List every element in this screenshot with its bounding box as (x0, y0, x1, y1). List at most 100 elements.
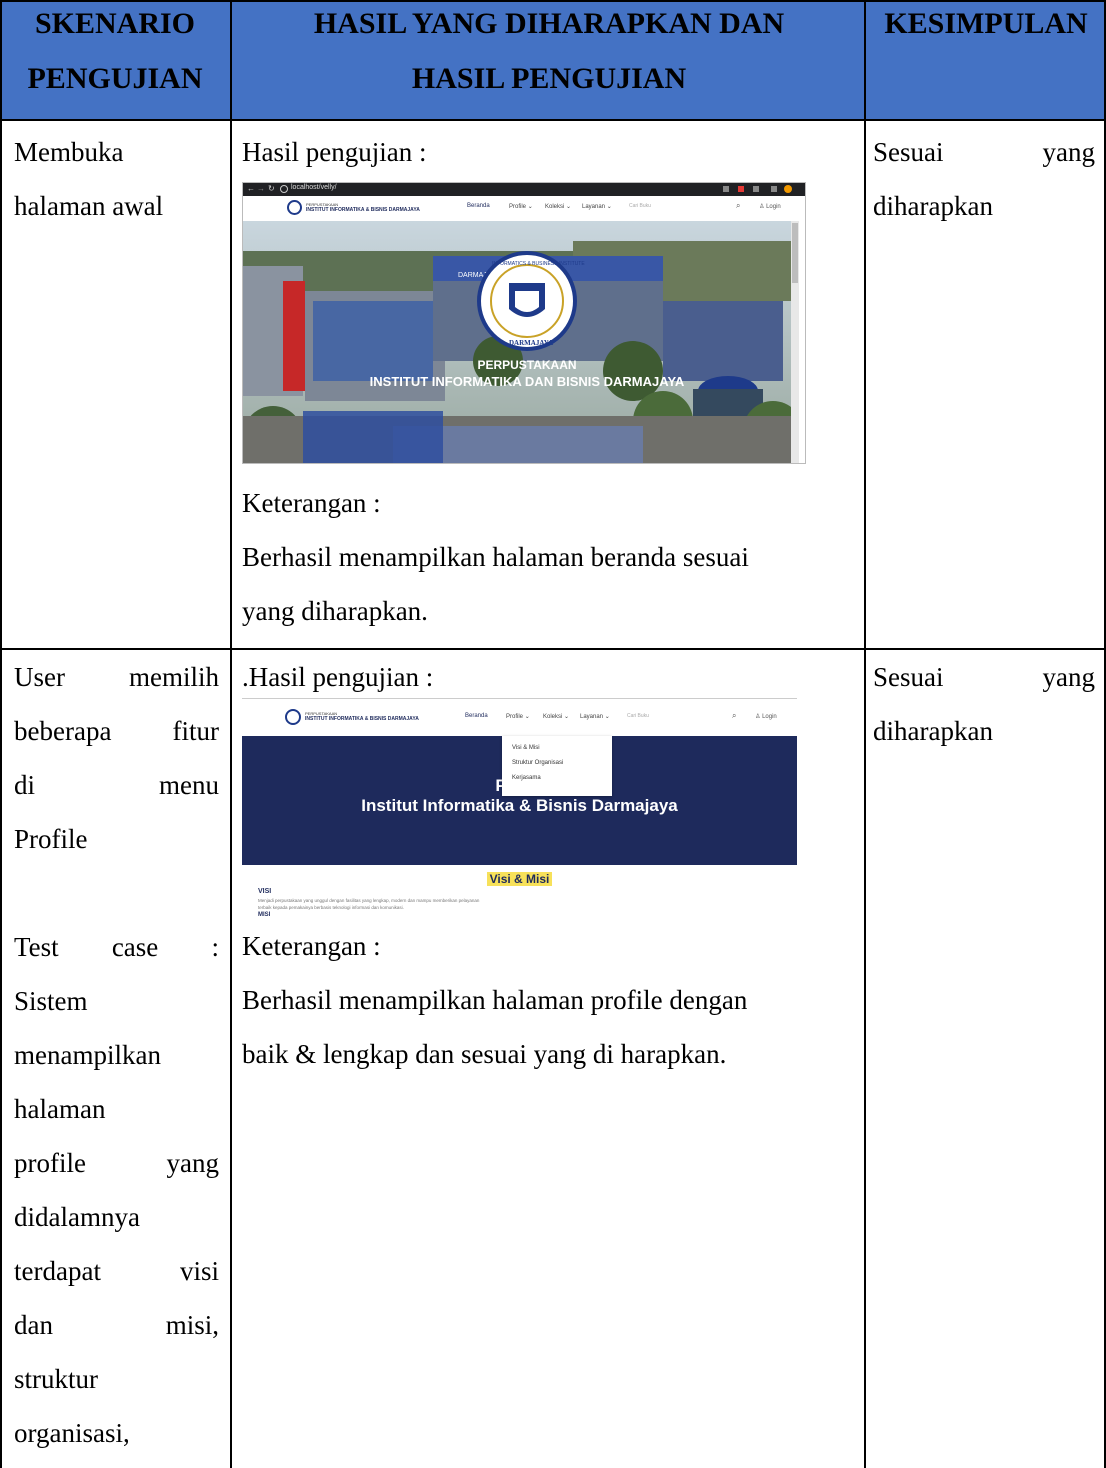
scenario-line: dan misi, (14, 1310, 219, 1340)
row1-scenario-line: halaman awal (14, 191, 164, 221)
scenario-line: organisasi, (14, 1418, 130, 1448)
search-icon[interactable]: ⌕ (732, 711, 736, 721)
back-icon: ← (247, 184, 255, 193)
login-label: Login (762, 714, 777, 720)
chevron-down-icon: ⌄ (527, 204, 533, 210)
nav-profile[interactable]: Profile ⌄ (509, 203, 533, 210)
campus-hero-image: DARMAJAYA INFORMATICS & BUSINESS INSTITU… (243, 221, 799, 463)
profile-page-screenshot: PERPUSTAKAAN INSTITUT INFORMATIKA & BISN… (242, 698, 797, 920)
visi-text-2: terbaik kepada pemakainya berbasis tekno… (258, 905, 404, 910)
row1-note-line2: yang diharapkan. (242, 596, 428, 626)
conclusion-word: Sesuai (873, 662, 944, 692)
row2-note-line1: Berhasil menampilkan halaman profile den… (242, 985, 748, 1015)
user-icon: ♙ (759, 204, 765, 210)
conclusion-line: Sesuai yang (873, 650, 1095, 704)
nav-koleksi[interactable]: Koleksi ⌄ (543, 713, 569, 720)
ext-icon (723, 186, 729, 192)
site-navbar: PERPUSTAKAAN INSTITUT INFORMATIKA & BISN… (243, 196, 805, 221)
login-label: Login (766, 204, 781, 210)
logo-big-text: INSTITUT INFORMATIKA & BISNIS DARMAJAYA (305, 716, 419, 722)
conclusion-line: Sesuai yang (873, 125, 1095, 179)
dropdown-item-struktur[interactable]: Struktur Organisasi (512, 760, 563, 766)
profile-avatar-icon (784, 185, 792, 193)
search-icon[interactable]: ⌕ (736, 201, 740, 211)
forward-icon: → (257, 184, 265, 193)
search-input[interactable]: Cari Buku (629, 203, 651, 209)
login-link[interactable]: ♙ Login (759, 203, 781, 210)
row1-scenario-line: Membuka (14, 137, 124, 167)
scenario-line: Sistem (14, 986, 88, 1016)
scenario-line: Test case: (14, 932, 219, 962)
nav-koleksi[interactable]: Koleksi ⌄ (545, 203, 571, 210)
nav-layanan[interactable]: Layanan ⌄ (580, 713, 610, 720)
ext-icon (753, 186, 759, 192)
header-col1-line1: SKENARIO (34, 7, 196, 40)
section-title: Visi & Misi (242, 870, 797, 888)
scenario-line (14, 866, 219, 920)
hero-title-line2: INSTITUT INFORMATIKA DAN BISNIS DARMAJAY… (370, 374, 685, 389)
dropdown-item-kerjasama[interactable]: Kerjasama (512, 775, 541, 781)
grid-col2 (864, 0, 866, 1468)
scenario-line: User memilih (14, 662, 219, 692)
profile-dropdown-menu: Visi & Misi Struktur Organisasi Kerjasam… (502, 736, 612, 796)
library-logo-icon (285, 709, 301, 725)
search-input[interactable]: Cari Buku (627, 713, 649, 719)
seal-text: INFORMATICS & BUSINESS INSTITUTE (492, 261, 585, 267)
scenario-line: beberapa fitur (14, 716, 219, 746)
conclusion-word: yang (1042, 137, 1095, 167)
scenario-line: terdapat visi (14, 1256, 219, 1286)
chevron-down-icon: ⌄ (564, 714, 570, 720)
chevron-down-icon: ⌄ (524, 714, 530, 720)
grid-top (0, 0, 1106, 2)
header-col3: KESIMPULAN (884, 7, 1088, 40)
nav-label: Profile (506, 714, 524, 720)
reload-icon: ↻ (268, 184, 275, 193)
browser-bar: ← → ↻ localhost/velly/ (243, 183, 805, 196)
site-info-icon (280, 185, 288, 193)
nav-layanan[interactable]: Layanan ⌄ (582, 203, 612, 210)
login-link[interactable]: ♙ Login (755, 713, 777, 720)
logo-big-text: INSTITUT INFORMATIKA & BISNIS DARMAJAYA (306, 207, 420, 213)
grid-header-bottom (0, 119, 1106, 121)
scenario-line: profile yang (14, 1148, 219, 1178)
library-logo-icon (287, 200, 302, 215)
row1-result-label: Hasil pengujian : (242, 137, 427, 167)
visi-text-1: Menjadi perpustakaan yang unggul dengan … (258, 898, 480, 903)
scenario-line: Profile (14, 824, 88, 854)
grid-col1 (230, 0, 232, 1468)
chevron-down-icon: ⌄ (604, 714, 610, 720)
section-title-text: Visi & Misi (486, 872, 553, 886)
row1-scenario: Membuka halaman awal (14, 125, 219, 233)
chevron-down-icon: ⌄ (566, 204, 572, 210)
row2-note-line2: baik & lengkap dan sesuai yang di harapk… (242, 1039, 727, 1069)
conclusion-line: diharapkan (873, 191, 993, 221)
header-col1-line2: PENGUJIAN (27, 62, 203, 95)
nav-label: Layanan (582, 204, 606, 210)
row2-conclusion: Sesuai yang diharapkan (873, 650, 1095, 758)
browser-url[interactable]: localhost/velly/ (291, 184, 337, 191)
conclusion-line: diharapkan (873, 716, 993, 746)
scenario-line: halaman (14, 1094, 106, 1124)
nav-profile[interactable]: Profile ⌄ (506, 713, 530, 720)
hero-title-line1: PERPUSTAKAAN (477, 358, 576, 372)
row1-conclusion: Sesuai yang diharapkan (873, 125, 1095, 233)
scrollbar-thumb[interactable] (792, 223, 798, 283)
nav-label: Profile (509, 204, 527, 210)
scenario-line: struktur (14, 1364, 98, 1394)
row1-note-label: Keterangan : (242, 488, 381, 518)
seal-bottom: DARMAJAYA (509, 339, 553, 347)
ext-icon (771, 186, 777, 192)
nav-label: Koleksi (543, 714, 563, 720)
row2-scenario: User memilih beberapa fitur di menu Profile… (14, 650, 219, 1460)
conclusion-word: Sesuai (873, 137, 944, 167)
nav-beranda[interactable]: Beranda (467, 203, 490, 209)
ext-icon (738, 186, 744, 192)
misi-heading: MISI (258, 912, 271, 918)
header-col2-line1: HASIL YANG DIHARAPKAN DAN (313, 7, 785, 40)
banner-title-line2: Institut Informatika & Bisnis Darmajaya (361, 796, 678, 815)
scenario-line: di menu (14, 770, 219, 800)
dropdown-item-visi-misi[interactable]: Visi & Misi (512, 745, 540, 751)
visi-heading: VISI (258, 888, 272, 895)
nav-beranda[interactable]: Beranda (465, 713, 488, 719)
header-col2-line2: HASIL PENGUJIAN (411, 62, 687, 95)
